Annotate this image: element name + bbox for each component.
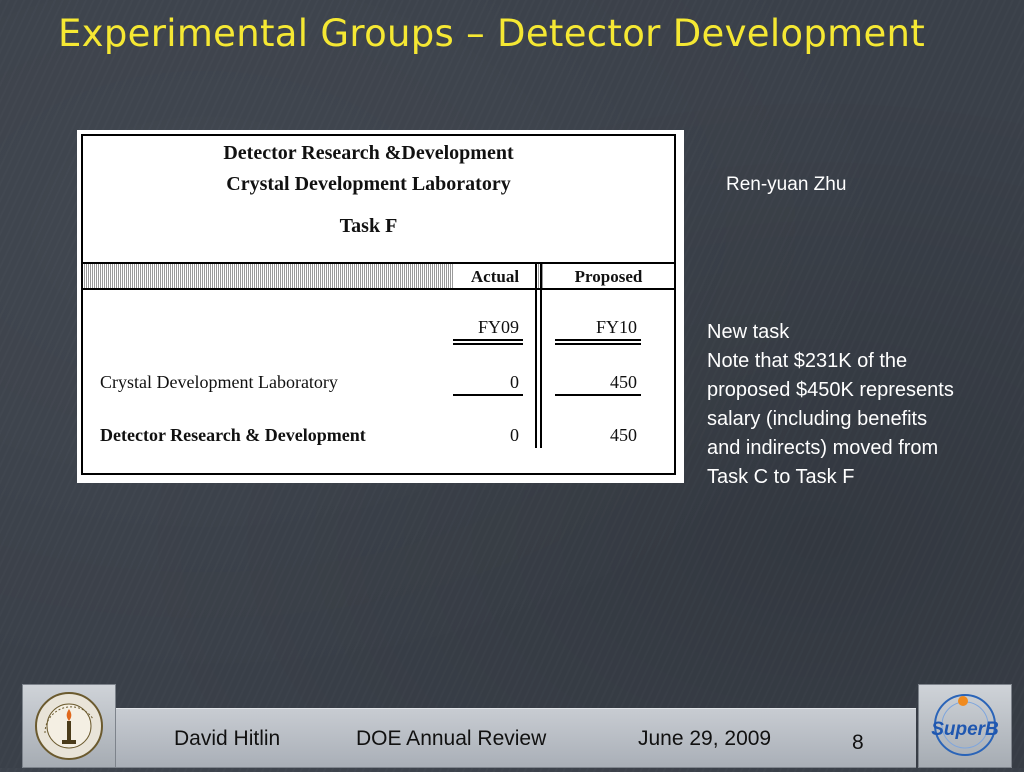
note-line: proposed $450K represents: [707, 379, 954, 401]
footer-presenter: David Hitlin: [174, 727, 281, 750]
footer-date: June 29, 2009: [638, 727, 772, 750]
footer-event: DOE Annual Review: [356, 727, 547, 750]
caltech-logo-box: [22, 684, 116, 768]
note-line: and indirects) moved from: [707, 437, 939, 459]
column-header-actual: Actual: [453, 264, 537, 288]
superb-logo-box: SuperB: [918, 684, 1012, 768]
superb-logo-icon: SuperB: [931, 694, 999, 756]
column-divider-right: [540, 262, 542, 448]
footer-bar: David Hitlin DOE Annual Review June 29, …: [116, 708, 916, 768]
row-value-crystal-lab-actual: 0: [510, 372, 519, 392]
superb-logo-text: SuperB: [931, 719, 999, 740]
note-line: Task C to Task F: [707, 466, 855, 488]
table-column-header-band: Actual Proposed: [83, 262, 674, 290]
row-value-crystal-lab-proposed: 450: [610, 372, 637, 392]
note-line: salary (including benefits: [707, 408, 928, 430]
row-value-detector-rd-proposed: 450: [610, 425, 637, 445]
note-line: Note that $231K of the: [707, 350, 908, 372]
footer-page-number: 8: [852, 731, 864, 754]
notes-block: New task Note that $231K of the proposed…: [707, 318, 1017, 492]
budget-table: Detector Research &Development Crystal D…: [81, 134, 676, 475]
caltech-seal-icon: [35, 692, 103, 760]
fy-proposed-underline-2: [555, 343, 641, 345]
fy-proposed-underline-1: [555, 339, 641, 341]
table-heading-line-1: Detector Research &Development: [223, 142, 514, 164]
table-heading-line-3: Task F: [339, 215, 398, 237]
row-label-detector-rd: Detector Research & Development: [100, 425, 366, 445]
row-value-detector-rd-actual: 0: [510, 425, 519, 445]
column-divider-left: [535, 262, 537, 448]
row-actual-underline: [453, 394, 523, 396]
row-label-crystal-lab: Crystal Development Laboratory: [100, 372, 338, 392]
fy-actual-underline-2: [453, 343, 523, 345]
slide-title: Experimental Groups – Detector Developme…: [58, 12, 926, 55]
fy-proposed-label: FY10: [595, 317, 637, 337]
budget-table-image: Detector Research &Development Crystal D…: [77, 130, 684, 483]
column-header-proposed: Proposed: [543, 264, 674, 288]
fy-actual-label: FY09: [477, 317, 519, 337]
fy-actual-underline-1: [453, 339, 523, 341]
note-line: New task: [707, 321, 790, 343]
table-heading-line-2: Crystal Development Laboratory: [226, 173, 511, 195]
row-proposed-underline: [555, 394, 641, 396]
author-name: Ren-yuan Zhu: [726, 174, 847, 195]
